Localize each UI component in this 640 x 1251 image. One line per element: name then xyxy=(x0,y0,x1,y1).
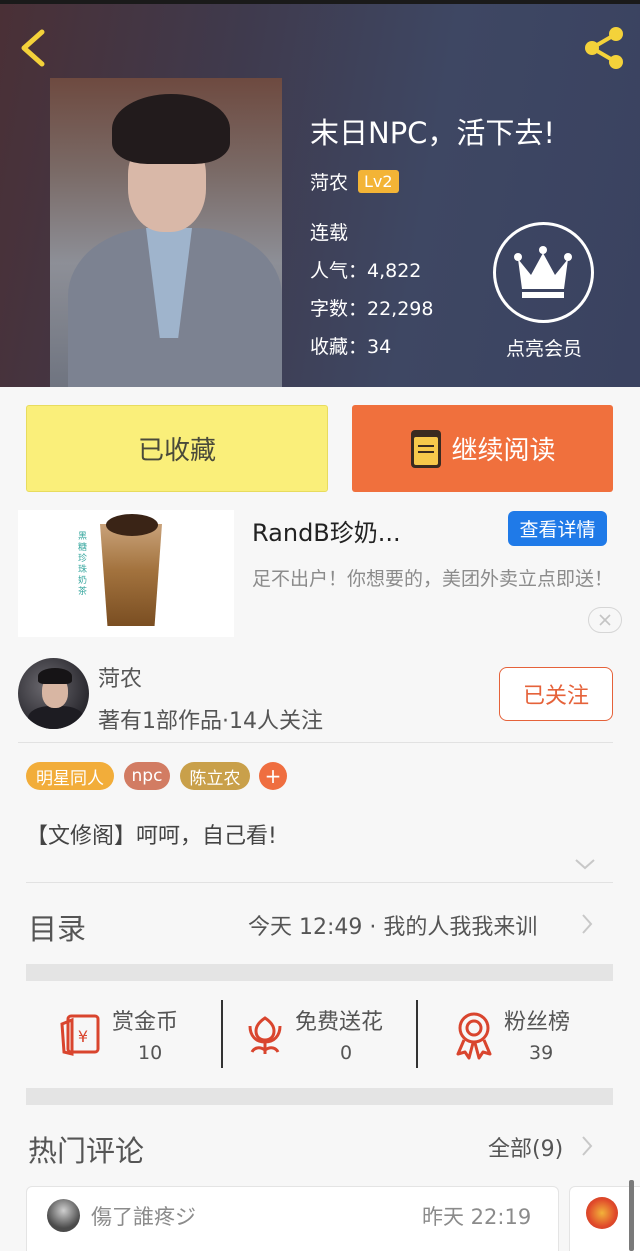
red-envelope-icon: ¥ xyxy=(60,1014,100,1056)
milk-tea-pearls xyxy=(106,514,158,536)
followed-button[interactable]: 已关注 xyxy=(499,667,613,721)
free-flower-button[interactable]: 免费送花 0 xyxy=(244,1000,404,1070)
book-title: 末日NPC，活下去! xyxy=(310,116,556,150)
author-divider xyxy=(18,742,613,743)
word-count: 字数：22,298 xyxy=(310,298,434,320)
commenter-avatar[interactable] xyxy=(47,1199,80,1232)
close-icon xyxy=(599,614,611,626)
all-comments-link[interactable]: 全部(9) xyxy=(488,1131,563,1163)
chevron-left-icon xyxy=(21,29,45,67)
ad-detail-label: 查看详情 xyxy=(519,519,596,541)
author-card-name[interactable]: 菏农 xyxy=(98,661,142,693)
expand-intro-button[interactable] xyxy=(574,856,596,870)
author-name[interactable]: 菏农 xyxy=(310,168,348,195)
toc-title[interactable]: 目录 xyxy=(28,906,86,948)
author-line: 菏农 Lv2 xyxy=(310,166,399,196)
add-tag-button[interactable]: + xyxy=(259,762,287,790)
comment-card[interactable]: 傷了誰疼ジ 昨天 22:19 xyxy=(26,1186,559,1251)
back-button[interactable] xyxy=(14,26,54,70)
chevron-down-icon xyxy=(575,859,595,870)
milk-tea-cup xyxy=(100,524,162,626)
stat-divider xyxy=(416,1000,418,1068)
vip-member-label[interactable]: 点亮会员 xyxy=(490,334,598,361)
tag-item[interactable]: 明星同人 xyxy=(26,762,114,790)
fan-ranking-label: 粉丝榜 xyxy=(504,1010,571,1035)
book-icon xyxy=(411,429,442,468)
chevron-right-icon[interactable] xyxy=(580,912,594,936)
crown-icon xyxy=(514,246,572,298)
free-flower-value: 0 xyxy=(340,1042,353,1064)
book-detail-page: 末日NPC，活下去! 菏农 Lv2 连载 人气：4,822 字数：22,298 … xyxy=(0,0,640,1251)
comment-time: 昨天 22:19 xyxy=(422,1205,532,1229)
reward-coins-label: 赏金币 xyxy=(112,1010,179,1035)
ad-title[interactable]: RandB珍奶... xyxy=(252,513,401,548)
commenter-name[interactable]: 傷了誰疼ジ xyxy=(91,1201,196,1231)
level-badge: Lv2 xyxy=(358,169,399,193)
ad-image[interactable]: 黑糖珍珠奶茶 xyxy=(18,510,234,637)
ad-detail-button[interactable]: 查看详情 xyxy=(508,511,607,546)
stat-divider xyxy=(221,1000,223,1068)
ad-close-button[interactable] xyxy=(588,607,622,633)
toc-latest-chapter[interactable]: 今天 12:49 · 我的人我我来训 xyxy=(248,909,537,941)
ad-description[interactable]: 足不出户！你想要的，美团外卖立点即送！ xyxy=(252,565,624,593)
popularity-count: 人气：4,822 xyxy=(310,260,422,282)
share-icon xyxy=(585,27,623,69)
flower-icon xyxy=(248,1016,282,1054)
vip-member-button[interactable] xyxy=(493,222,594,323)
tag-item[interactable]: 陈立农 xyxy=(180,762,250,790)
book-cover-image[interactable] xyxy=(50,78,282,387)
commenter-avatar[interactable] xyxy=(586,1197,618,1229)
section-separator xyxy=(26,964,613,981)
reward-coins-button[interactable]: ¥ 赏金币 10 xyxy=(56,1000,206,1070)
scrollbar-thumb[interactable] xyxy=(629,1180,634,1251)
continue-reading-button[interactable]: 继续阅读 xyxy=(352,405,613,492)
serial-status: 连载 xyxy=(310,222,349,244)
share-button[interactable] xyxy=(580,24,628,72)
favorited-button[interactable]: 已收藏 xyxy=(26,405,328,492)
followed-label: 已关注 xyxy=(522,684,589,709)
medal-icon xyxy=(456,1012,492,1060)
free-flower-label: 免费送花 xyxy=(295,1010,384,1035)
tag-item[interactable]: npc xyxy=(124,762,170,790)
section-separator xyxy=(26,1088,613,1105)
author-avatar[interactable] xyxy=(18,658,89,729)
fan-ranking-button[interactable]: 粉丝榜 39 xyxy=(450,1000,600,1070)
fan-ranking-value: 39 xyxy=(529,1042,554,1064)
ad-image-text: 黑糖珍珠奶茶 xyxy=(78,532,88,597)
author-card-stats: 著有1部作品·14人关注 xyxy=(98,709,323,734)
intro-divider xyxy=(26,882,613,883)
favorite-count: 收藏：34 xyxy=(310,336,392,358)
reward-coins-value: 10 xyxy=(138,1042,163,1064)
cover-figure-hair xyxy=(112,94,230,164)
hot-comments-title: 热门评论 xyxy=(28,1134,145,1168)
book-header: 末日NPC，活下去! 菏农 Lv2 连载 人气：4,822 字数：22,298 … xyxy=(0,0,640,387)
chevron-right-icon[interactable] xyxy=(580,1134,594,1158)
continue-reading-label: 继续阅读 xyxy=(451,436,556,466)
svg-text:¥: ¥ xyxy=(78,1027,88,1046)
book-intro: 【文修阁】呵呵，自己看! xyxy=(26,824,277,849)
favorited-label: 已收藏 xyxy=(137,436,216,466)
